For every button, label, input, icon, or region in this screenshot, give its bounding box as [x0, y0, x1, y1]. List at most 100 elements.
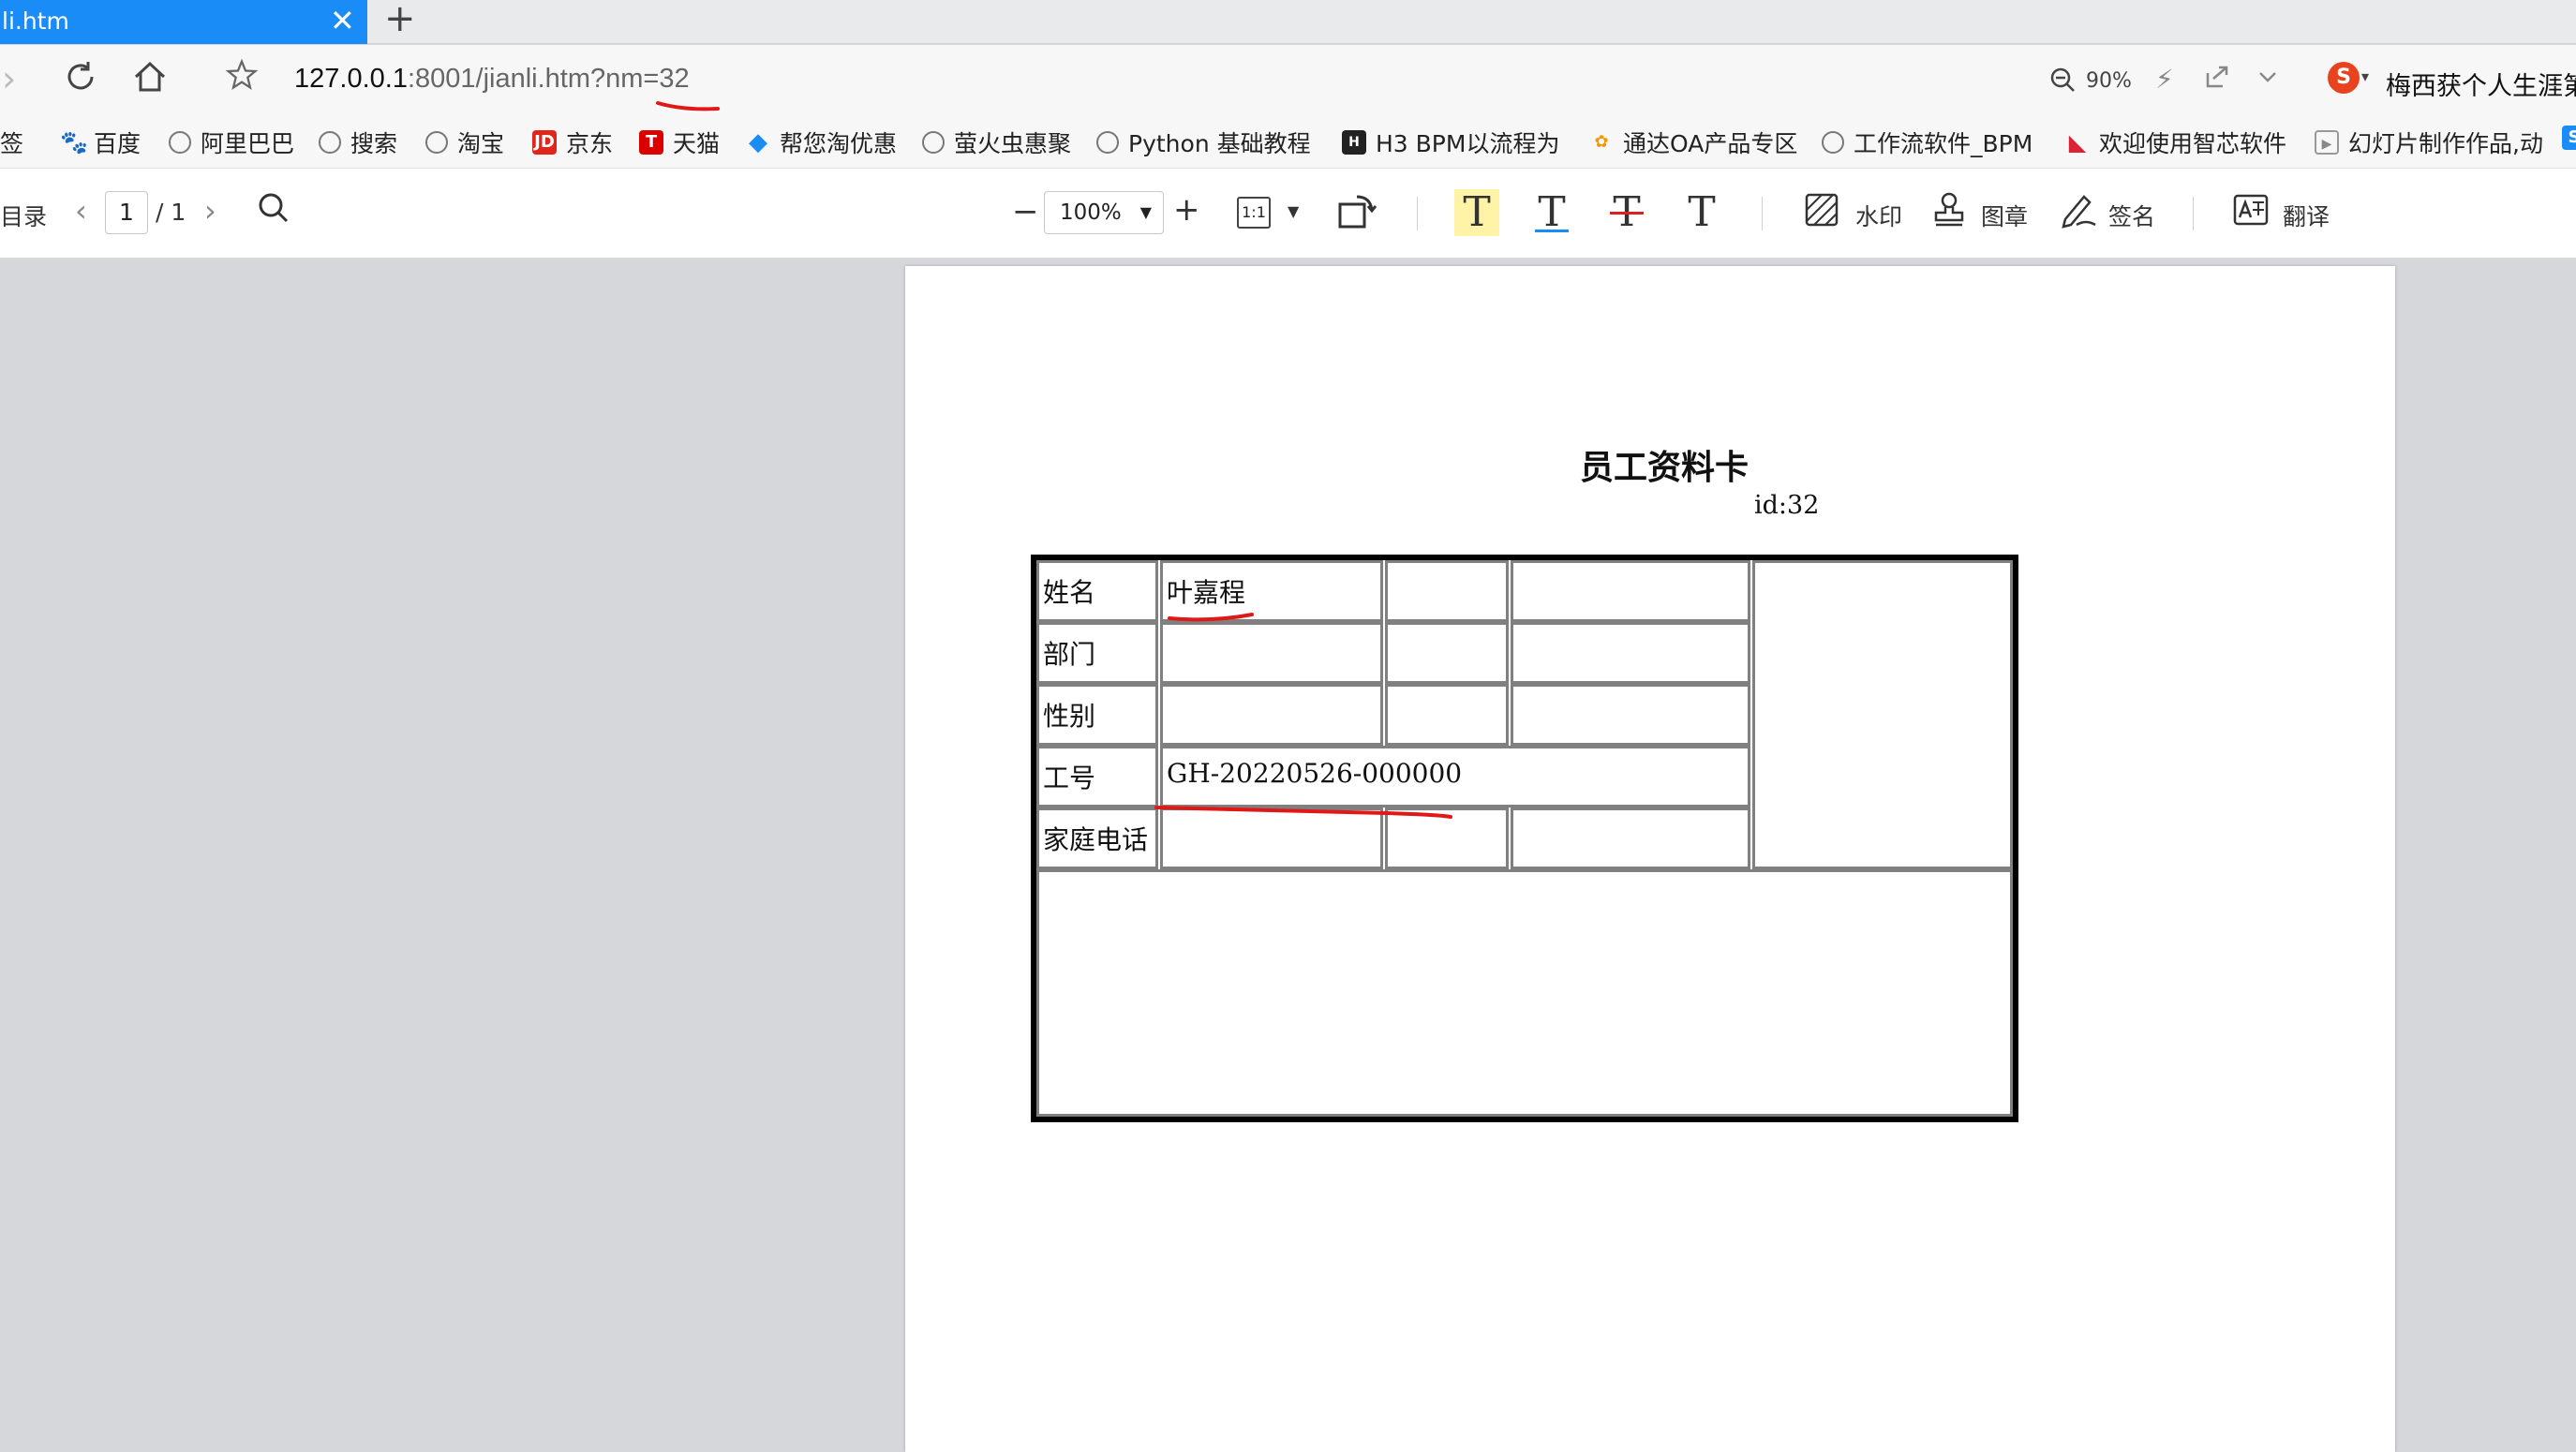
bookmark-item[interactable]: 阿里巴巴 — [169, 126, 294, 159]
search-icon[interactable] — [257, 191, 290, 233]
translate-icon[interactable] — [2232, 191, 2270, 237]
label-cell: 工号 — [1036, 746, 1158, 807]
next-page-icon[interactable]: › — [204, 193, 216, 229]
bookmark-item[interactable]: T 天猫 — [639, 126, 720, 159]
text-tool[interactable]: T — [1679, 189, 1724, 236]
url-field[interactable]: 127.0.0.1:8001/jianli.htm?nm=32 — [294, 64, 690, 95]
bookmark-star-icon[interactable] — [225, 58, 259, 100]
globe-icon — [425, 131, 448, 154]
search-suggestion[interactable]: 梅西获个人生涯第 — [2386, 66, 2576, 102]
employee-card-table: 姓名 叶嘉程 部门 性别 工号 GH-20220526-000000 家庭电话 — [1031, 555, 2018, 1122]
url-rest: :8001/jianli.htm?nm=32 — [407, 64, 690, 94]
label-cell: 性别 — [1036, 684, 1158, 746]
watermark-icon[interactable] — [1803, 191, 1840, 237]
highlight-text-tool[interactable]: T — [1454, 189, 1499, 236]
bookmark-item[interactable]: 工作流软件_BPM — [1822, 126, 2033, 159]
strikethrough-text-tool[interactable]: T — [1604, 189, 1649, 236]
new-tab-icon[interactable]: + — [384, 0, 416, 37]
pdf-toolbar: 目录 ‹ 1 / 1 › − 100% ▼ + 1:1 ▼ T T T T 水印… — [0, 169, 2576, 259]
bookmark-item[interactable]: 签 — [0, 126, 23, 159]
h3-icon: H — [1342, 130, 1366, 155]
tab-close-icon[interactable]: ✕ — [330, 4, 355, 37]
bookmark-item[interactable]: ✿ 通达OA产品专区 — [1589, 126, 1797, 159]
browser-tab[interactable]: li.htm ✕ — [0, 0, 367, 44]
rotate-icon[interactable] — [1336, 191, 1377, 241]
empty-cell — [1385, 684, 1509, 746]
home-icon[interactable] — [131, 58, 169, 104]
bookmark-item[interactable]: 淘宝 — [425, 126, 504, 159]
app-icon: S — [2562, 126, 2576, 150]
zoom-out-icon[interactable] — [2048, 66, 2077, 100]
notes-cell — [1036, 869, 2013, 1117]
bookmark-item[interactable]: ▶ 幻灯片制作作品,动 — [2315, 126, 2543, 159]
translate-button[interactable]: 翻译 — [2283, 199, 2330, 232]
empty-cell — [1511, 560, 1750, 622]
empty-cell — [1511, 807, 1750, 869]
label-cell: 家庭电话 — [1036, 807, 1158, 869]
watermark-button[interactable]: 水印 — [1855, 199, 1902, 232]
fit-caret-icon[interactable]: ▼ — [1288, 202, 1299, 220]
tmall-icon: T — [639, 130, 663, 155]
zoom-select[interactable]: 100% ▼ — [1044, 191, 1164, 234]
sign-button[interactable]: 签名 — [2108, 199, 2155, 232]
browser-zoom-level[interactable]: 90% — [2086, 69, 2132, 93]
empty-cell — [1385, 560, 1509, 622]
chevron-down-icon[interactable] — [2256, 64, 2279, 95]
zoom-minus-icon[interactable]: − — [1012, 193, 1039, 230]
pdf-page: 员工资料卡 id:32 姓名 叶嘉程 部门 性别 工号 GH-20220526-… — [905, 266, 2395, 1452]
globe-icon — [1096, 131, 1119, 154]
toolbar-separator — [1762, 197, 1763, 230]
photo-cell — [1752, 560, 2013, 869]
search-engine-caret-icon[interactable]: ▾ — [2361, 67, 2369, 85]
signature-icon[interactable] — [2058, 191, 2099, 237]
label-cell: 姓名 — [1036, 560, 1158, 622]
lightning-icon[interactable]: ⚡ — [2155, 64, 2174, 95]
document-id: id:32 — [1754, 491, 1820, 520]
actual-size-button[interactable]: 1:1 — [1237, 197, 1271, 229]
baidu-icon: 🐾 — [60, 129, 88, 156]
name-value-cell: 叶嘉程 — [1160, 560, 1383, 622]
bang-icon: ◆ — [749, 128, 767, 156]
forward-icon[interactable]: › — [2, 58, 16, 99]
bookmark-item[interactable]: 搜索 — [319, 126, 397, 159]
bookmark-item[interactable]: Python 基础教程 — [1096, 126, 1311, 159]
url-host: 127.0.0.1 — [294, 64, 408, 94]
zoom-plus-icon[interactable]: + — [1173, 191, 1200, 229]
stamp-icon[interactable] — [1930, 191, 1968, 237]
bookmark-item[interactable]: ◆ 帮您淘优惠 — [746, 126, 897, 159]
bookmarks-bar: 签 🐾 百度 阿里巴巴 搜索 淘宝 JD 京东 T 天猫 ◆ 帮您淘优惠 萤火虫惠聚 P… — [0, 114, 2576, 169]
employee-number-cell: GH-20220526-000000 — [1160, 746, 1750, 807]
toolbar-separator — [2193, 197, 2194, 230]
globe-icon — [1822, 131, 1844, 154]
ppt-icon: ▶ — [2315, 130, 2339, 155]
globe-icon — [169, 131, 191, 154]
document-title: 员工资料卡 — [1579, 449, 1749, 487]
jd-icon: JD — [532, 130, 557, 155]
empty-cell — [1160, 807, 1383, 869]
empty-cell — [1160, 684, 1383, 746]
toc-button[interactable]: 目录 — [0, 199, 47, 232]
bookmark-item[interactable]: 萤火虫惠聚 — [922, 126, 1071, 159]
oa-icon: ✿ — [1594, 132, 1609, 152]
globe-icon — [922, 131, 945, 154]
tab-title: li.htm — [2, 7, 69, 35]
caret-down-icon: ▼ — [1139, 203, 1152, 221]
tab-strip: li.htm ✕ + — [0, 0, 2576, 44]
stamp-button[interactable]: 图章 — [1981, 199, 2028, 232]
page-total: / 1 — [156, 199, 186, 226]
bookmark-item[interactable]: H H3 BPM以流程为 — [1342, 126, 1559, 159]
bookmark-item[interactable]: 🐾 百度 — [60, 126, 141, 159]
cn-icon: ◣ — [2068, 129, 2087, 156]
label-cell: 部门 — [1036, 622, 1158, 684]
empty-cell — [1511, 684, 1750, 746]
bookmark-item[interactable]: S — [2562, 126, 2576, 150]
reload-icon[interactable] — [62, 58, 99, 104]
sogou-search-icon[interactable]: S — [2328, 62, 2360, 94]
prev-page-icon[interactable]: ‹ — [75, 193, 87, 229]
bookmark-item[interactable]: ◣ 欢迎使用智芯软件 — [2065, 126, 2286, 159]
empty-cell — [1385, 622, 1509, 684]
underline-text-tool[interactable]: T — [1529, 189, 1574, 236]
share-icon[interactable] — [2204, 64, 2230, 96]
bookmark-item[interactable]: JD 京东 — [532, 126, 613, 159]
page-number-input[interactable]: 1 — [105, 191, 148, 234]
